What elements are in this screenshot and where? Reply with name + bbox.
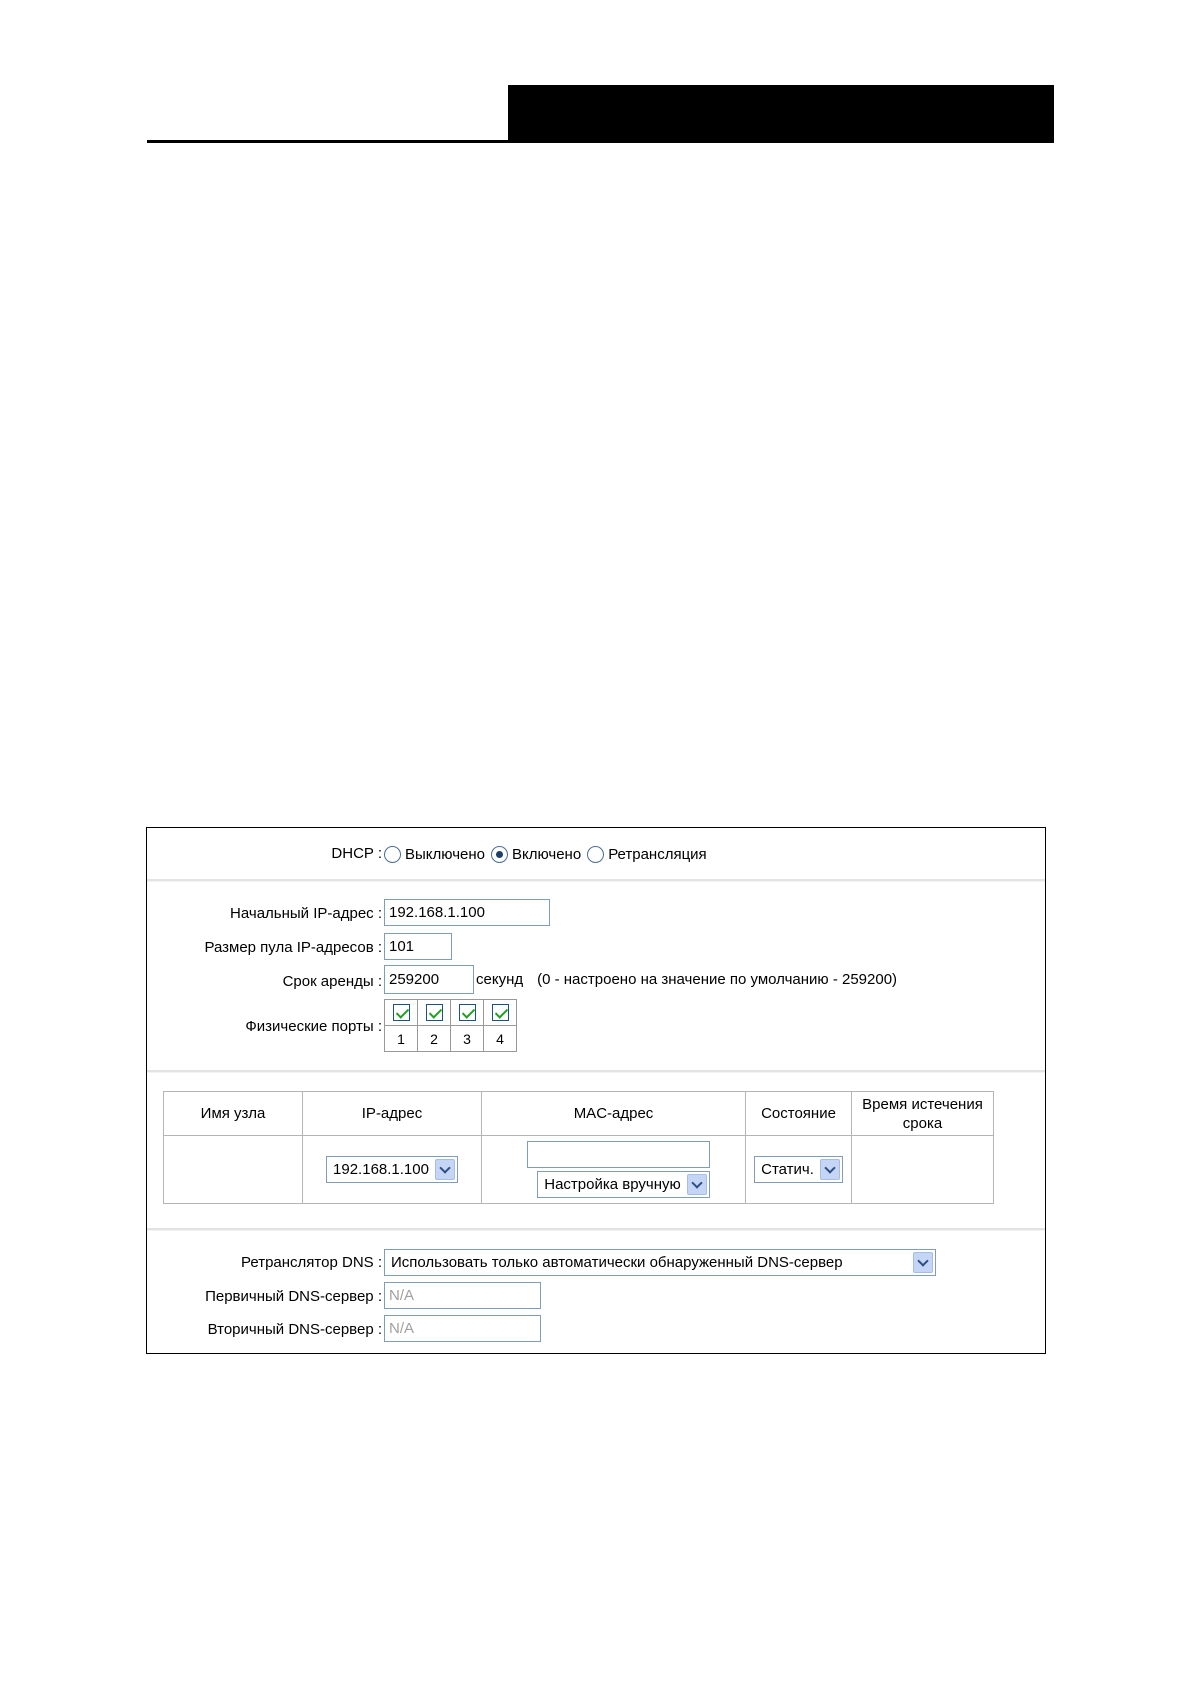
separator (147, 879, 1045, 882)
dhcp-relay-radio[interactable] (587, 845, 605, 863)
col-ip: IP-адрес (302, 1091, 482, 1136)
expire-cell (851, 1135, 994, 1204)
port-1-checkbox[interactable] (392, 1004, 410, 1022)
state-cell: Статич. (745, 1135, 852, 1204)
port-1-label: 1 (384, 1025, 418, 1052)
dns-relay-control: Использовать только автоматически обнару… (384, 1249, 936, 1276)
secondary-dns-control (384, 1315, 541, 1342)
primary-dns-control (384, 1282, 541, 1309)
port-3-checkbox[interactable] (458, 1004, 476, 1022)
ports-table: 1 2 3 4 (384, 999, 517, 1052)
lease-input[interactable] (384, 965, 474, 994)
start-ip-input[interactable] (384, 899, 550, 926)
dhcp-settings-panel: DHCP : Выключено Включено Ретрансляция Н… (146, 827, 1046, 1354)
header-rule (147, 140, 1054, 143)
port-2-checkbox[interactable] (425, 1004, 443, 1022)
host-cell (163, 1135, 303, 1204)
dhcp-mode-group: Выключено Включено Ретрансляция (384, 842, 713, 866)
pool-size-label: Размер пула IP-адресов : (204, 939, 382, 956)
port-4-checkbox[interactable] (491, 1004, 509, 1022)
ip-select-value: 192.168.1.100 (333, 1161, 429, 1178)
dhcp-label: DHCP : (331, 845, 382, 862)
col-state: Состояние (745, 1091, 852, 1136)
table-row: 192.168.1.100 Настройка вручную Статич. (163, 1135, 994, 1204)
separator (147, 1228, 1045, 1231)
mac-input[interactable] (527, 1141, 710, 1168)
dhcp-on-radio[interactable] (490, 845, 508, 863)
table-header-row: Имя узла IP-адрес MAC-адрес Состояние Вр… (163, 1091, 994, 1136)
header-black-bar (508, 85, 1054, 143)
state-select[interactable]: Статич. (754, 1156, 843, 1183)
address-binding-table: Имя узла IP-адрес MAC-адрес Состояние Вр… (163, 1091, 994, 1204)
primary-dns-label: Первичный DNS-сервер : (205, 1288, 382, 1305)
col-mac: MAC-адрес (481, 1091, 746, 1136)
lease-control: секунд (0 - настроено на значение по умо… (384, 965, 897, 994)
pool-size-control (384, 933, 452, 960)
mac-cell: Настройка вручную (481, 1135, 746, 1204)
dhcp-off-label: Выключено (405, 845, 485, 863)
col-host: Имя узла (163, 1091, 303, 1136)
col-expire: Время истечения срока (851, 1091, 994, 1136)
primary-dns-input[interactable] (384, 1282, 541, 1309)
separator (147, 1070, 1045, 1073)
state-select-value: Статич. (761, 1161, 814, 1178)
lease-unit: секунд (476, 971, 524, 988)
start-ip-label: Начальный IP-адрес : (230, 905, 382, 922)
dns-relay-value: Использовать только автоматически обнару… (391, 1254, 843, 1271)
lease-hint: (0 - настроено на значение по умолчанию … (537, 971, 898, 988)
port-4-label: 4 (483, 1025, 517, 1052)
port-2-label: 2 (417, 1025, 451, 1052)
secondary-dns-input[interactable] (384, 1315, 541, 1342)
mac-mode-value: Настройка вручную (544, 1176, 681, 1193)
dns-relay-label: Ретранслятор DNS : (241, 1254, 382, 1271)
dhcp-relay-label: Ретрансляция (608, 845, 707, 863)
chevron-down-icon (686, 1174, 707, 1195)
secondary-dns-label: Вторичный DNS-сервер : (207, 1321, 382, 1338)
start-ip-control (384, 899, 550, 926)
ports-label: Физические порты : (245, 1018, 382, 1035)
dhcp-on-label: Включено (511, 845, 582, 863)
ip-select[interactable]: 192.168.1.100 (326, 1156, 458, 1183)
port-3-label: 3 (450, 1025, 484, 1052)
mac-mode-select[interactable]: Настройка вручную (537, 1171, 710, 1198)
ip-cell: 192.168.1.100 (302, 1135, 482, 1204)
chevron-down-icon (819, 1159, 840, 1180)
dns-relay-select[interactable]: Использовать только автоматически обнару… (384, 1249, 936, 1276)
chevron-down-icon (434, 1159, 455, 1180)
lease-label: Срок аренды : (282, 973, 382, 990)
dhcp-off-radio[interactable] (384, 845, 401, 863)
chevron-down-icon (913, 1252, 933, 1273)
pool-size-input[interactable] (384, 933, 452, 960)
